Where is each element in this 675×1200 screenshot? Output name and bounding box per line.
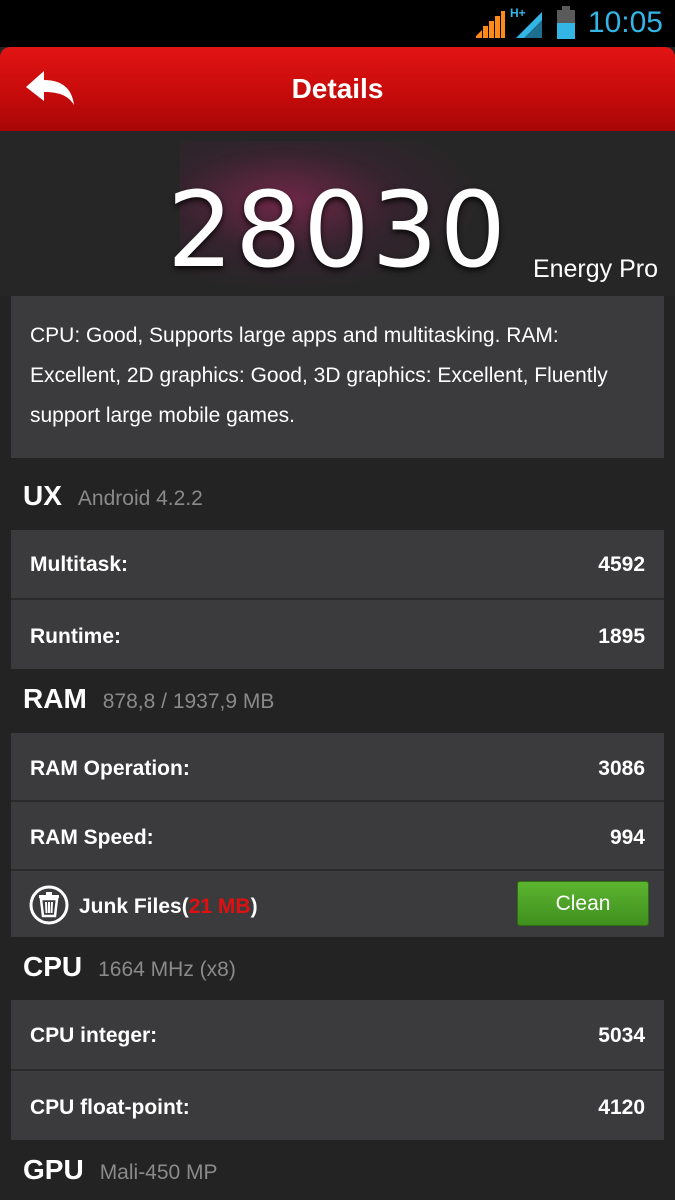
score-row-ram-operation[interactable]: RAM Operation: 3086 (11, 733, 664, 800)
section-title-ux: UX (23, 480, 62, 511)
ux-section-header: UX Android 4.2.2 (23, 480, 203, 520)
ram-usage: 878,8 / 1937,9 MB (102, 690, 275, 713)
score-row-cpu-float[interactable]: CPU float-point: 4120 (11, 1071, 664, 1140)
clean-button[interactable]: Clean (517, 881, 649, 926)
row-value: 4120 (598, 1096, 645, 1119)
section-title-gpu: GPU (23, 1154, 84, 1185)
summary-card: CPU: Good, Supports large apps and multi… (11, 296, 664, 458)
device-name: Energy Pro (532, 255, 658, 283)
row-label: RAM Speed: (30, 826, 154, 849)
junk-size: 21 MB (188, 895, 251, 918)
android-version: Android 4.2.2 (77, 487, 203, 510)
score-row-runtime[interactable]: Runtime: 1895 (11, 600, 664, 669)
score-panel: 28030 Energy Pro (0, 131, 675, 296)
score-row-multitask[interactable]: Multitask: 4592 (11, 530, 664, 598)
section-title-cpu: CPU (23, 951, 83, 982)
gpu-section-header: GPU Mali-450 MP (23, 1154, 218, 1194)
row-label: Runtime: (30, 625, 121, 648)
signal-bars-icon (476, 11, 505, 38)
junk-files-row: Junk Files(21 MB) Clean (11, 871, 664, 937)
score-row-cpu-integer[interactable]: CPU integer: 5034 (11, 1000, 664, 1069)
row-value: 5034 (598, 1024, 645, 1047)
page-title: Details (291, 73, 384, 104)
row-value: 1895 (598, 625, 645, 648)
mobile-data-icon: H+ (510, 6, 544, 40)
battery-icon (557, 6, 575, 39)
row-label: RAM Operation: (30, 757, 190, 780)
status-time: 10:05 (587, 6, 663, 39)
section-title-ram: RAM (23, 683, 87, 714)
cpu-section-header: CPU 1664 MHz (x8) (23, 951, 236, 991)
score-row-ram-speed[interactable]: RAM Speed: 994 (11, 802, 664, 869)
row-value: 3086 (598, 757, 645, 780)
cpu-frequency: 1664 MHz (x8) (98, 958, 236, 981)
row-label: CPU float-point: (30, 1096, 190, 1119)
row-label: CPU integer: (30, 1024, 158, 1047)
status-bar: H+ 10:05 (0, 0, 675, 47)
action-bar: Details (0, 47, 675, 131)
ram-section-header: RAM 878,8 / 1937,9 MB (23, 683, 274, 723)
trash-icon (29, 885, 69, 925)
junk-files-label: Junk Files(21 MB) (79, 895, 258, 918)
row-value: 994 (609, 826, 645, 849)
gpu-model: Mali-450 MP (99, 1161, 218, 1184)
row-label: Multitask: (30, 553, 129, 576)
row-value: 4592 (598, 553, 645, 576)
